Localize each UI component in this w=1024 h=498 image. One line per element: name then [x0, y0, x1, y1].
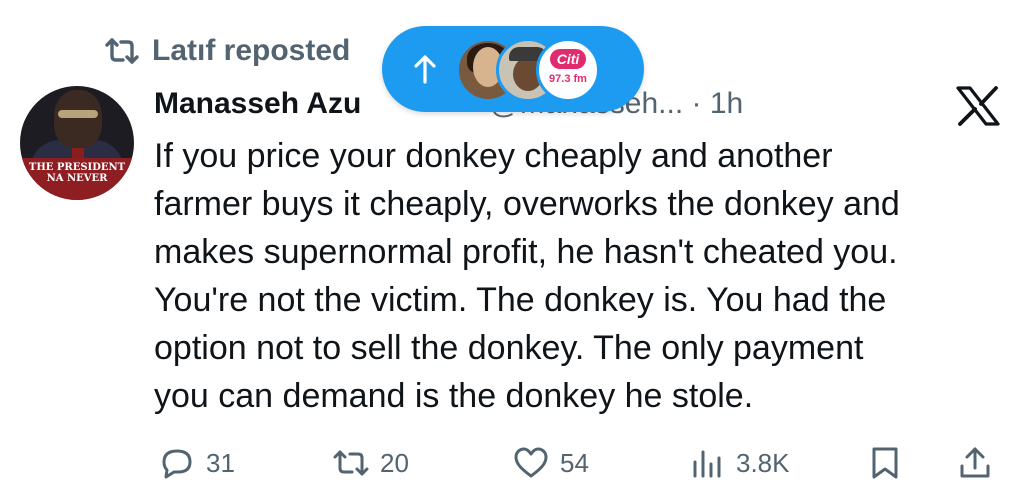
repost-count: 20 — [380, 447, 409, 478]
post-time[interactable]: 1h — [710, 87, 743, 120]
like-button[interactable]: 54 — [512, 444, 589, 482]
x-logo-icon[interactable] — [956, 86, 1000, 126]
share-icon — [960, 447, 990, 478]
avatar-caption: THE PRESIDENT NA NEVER — [20, 158, 134, 200]
heart-icon — [514, 447, 548, 478]
arrow-up-icon — [414, 55, 436, 84]
citi-logo-text: Citi — [550, 49, 586, 69]
citi-frequency: 97.3 fm — [549, 73, 587, 85]
tweet-line: you can demand is the donkey he stole. — [154, 377, 754, 415]
time-separator: · — [691, 87, 702, 120]
citi-fm-avatar: Citi 97.3 fm — [536, 38, 600, 102]
views-count: 3.8K — [736, 447, 790, 478]
repost-label: Latıf reposted — [152, 34, 351, 67]
like-count: 54 — [560, 447, 589, 478]
tweet-line: makes supernormal profit, he hasn't chea… — [154, 233, 898, 271]
tweet-line: farmer buys it cheaply, overworks the do… — [154, 185, 900, 223]
author-name[interactable]: Manasseh Azu — [154, 87, 361, 120]
tweet-line: option not to sell the donkey. The only … — [154, 329, 864, 367]
reply-button[interactable]: 31 — [158, 444, 235, 482]
repost-icon — [333, 450, 369, 476]
views-button[interactable]: 3.8K — [688, 444, 790, 482]
tweet-line: If you price your donkey cheaply and ano… — [154, 137, 833, 175]
tweet-text: If you price your donkey cheaply and ano… — [154, 132, 1014, 420]
repost-header[interactable]: Latıf reposted — [104, 34, 350, 68]
share-button[interactable] — [956, 444, 994, 482]
tweet-line: You're not the victim. The donkey is. Yo… — [154, 281, 887, 319]
bookmark-button[interactable] — [866, 444, 904, 482]
new-posts-pill[interactable]: Citi 97.3 fm — [382, 26, 644, 112]
reply-count: 31 — [206, 447, 235, 478]
reply-icon — [162, 449, 192, 479]
analytics-icon — [693, 450, 721, 478]
bookmark-icon — [872, 447, 898, 479]
action-bar: 31 20 54 3.8K — [0, 436, 1024, 492]
author-avatar[interactable]: THE PRESIDENT NA NEVER — [20, 86, 134, 200]
tweet-screen: Latıf reposted THE PRESIDENT NA NEVER Ma… — [0, 0, 1024, 498]
repost-icon — [105, 38, 139, 64]
repost-button[interactable]: 20 — [332, 444, 409, 482]
